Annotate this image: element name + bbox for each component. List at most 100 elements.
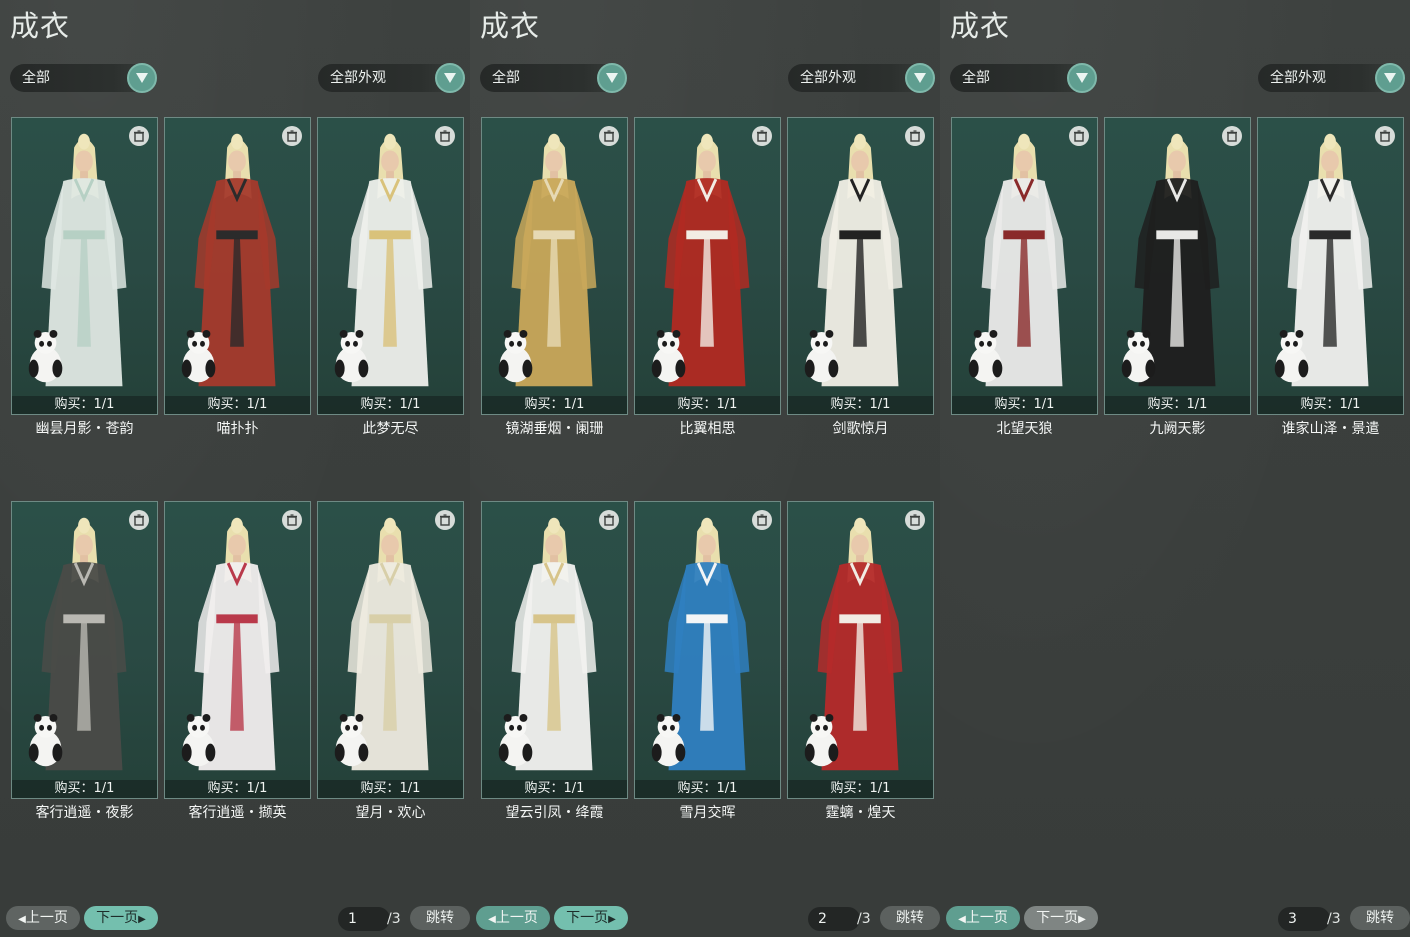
panda-ear: [519, 330, 528, 338]
purchase-count: 购买：1/1: [12, 396, 157, 414]
appearance-filter-dropdown[interactable]: 全部外观: [1258, 63, 1405, 93]
panda-arm: [828, 359, 839, 378]
next-page-button[interactable]: 下一页▶: [554, 906, 628, 930]
chevron-down-icon[interactable]: [905, 63, 935, 93]
panda-arm: [181, 743, 192, 762]
jump-button[interactable]: 跳转: [880, 906, 940, 930]
outfit-card[interactable]: 购买：1/1: [951, 117, 1098, 415]
outfit-card[interactable]: 购买：1/1: [787, 117, 934, 415]
jump-button[interactable]: 跳转: [1350, 906, 1410, 930]
outfit-card[interactable]: 购买：1/1: [634, 501, 781, 799]
panda-ear: [672, 330, 681, 338]
trash-icon[interactable]: [905, 126, 925, 146]
category-filter-value: 全部: [492, 70, 520, 86]
outfit-card[interactable]: 购买：1/1: [317, 501, 464, 799]
character-figure: [28, 517, 127, 771]
panda-eye: [1285, 340, 1291, 347]
next-page-button[interactable]: 下一页▶: [1024, 906, 1098, 930]
outfit-card[interactable]: 购买：1/1: [634, 117, 781, 415]
outfit-name: 谁家山泽・景遣: [1281, 421, 1380, 437]
panda-ear: [33, 330, 42, 338]
trash-icon[interactable]: [1069, 126, 1089, 146]
hair-bun: [231, 517, 243, 534]
caret-right-icon: ▶: [138, 914, 146, 925]
chevron-down-icon[interactable]: [435, 63, 465, 93]
panda-eye: [47, 340, 52, 347]
panda-eye: [353, 340, 358, 347]
hair-bun: [1018, 133, 1030, 150]
trash-icon[interactable]: [1375, 126, 1395, 146]
trash-icon[interactable]: [599, 510, 619, 530]
sash: [533, 230, 575, 240]
category-filter-dropdown[interactable]: 全部: [480, 63, 627, 93]
appearance-filter-dropdown[interactable]: 全部外观: [788, 63, 935, 93]
character-figure: [651, 133, 750, 387]
page-number-input[interactable]: 3: [1278, 907, 1330, 931]
category-filter-dropdown[interactable]: 全部: [950, 63, 1097, 93]
prev-page-button[interactable]: ◀上一页: [6, 906, 80, 930]
outfit-card[interactable]: 购买：1/1: [481, 501, 628, 799]
hair-bun: [384, 133, 396, 150]
trash-icon[interactable]: [752, 510, 772, 530]
chevron-down-icon[interactable]: [597, 63, 627, 93]
neck: [1326, 171, 1334, 180]
outfit-card[interactable]: 购买：1/1: [787, 501, 934, 799]
panda-ear: [989, 330, 998, 338]
panda-arm: [804, 359, 815, 378]
panda-ear: [672, 714, 681, 722]
outfit-name: 幽昙月影・苍韵: [35, 421, 134, 437]
chevron-down-icon[interactable]: [1067, 63, 1097, 93]
panda-ear: [202, 714, 211, 722]
page-number-input[interactable]: 2: [808, 907, 860, 931]
trash-icon[interactable]: [752, 126, 772, 146]
appearance-filter-value: 全部外观: [800, 70, 856, 86]
panda-eye: [517, 724, 522, 731]
panda-arm: [651, 359, 662, 378]
chevron-down-icon[interactable]: [127, 63, 157, 93]
trash-icon[interactable]: [599, 126, 619, 146]
outfit-card[interactable]: 购买：1/1: [317, 117, 464, 415]
trash-icon[interactable]: [435, 510, 455, 530]
panda-eye: [1132, 340, 1138, 347]
hair-bun: [78, 517, 90, 534]
trash-icon[interactable]: [282, 510, 302, 530]
character-figure: [804, 133, 903, 387]
prev-page-button[interactable]: ◀上一页: [476, 906, 550, 930]
head: [381, 534, 399, 557]
panda-ear: [186, 330, 195, 338]
hair-bun: [384, 517, 396, 534]
trash-icon[interactable]: [905, 510, 925, 530]
category-filter-dropdown[interactable]: 全部: [10, 63, 157, 93]
next-page-button[interactable]: 下一页▶: [84, 906, 158, 930]
outfit-card[interactable]: 购买：1/1: [164, 501, 311, 799]
trash-icon[interactable]: [129, 126, 149, 146]
panda-eye: [662, 724, 668, 731]
outfit-card[interactable]: 购买：1/1: [1257, 117, 1404, 415]
jump-button[interactable]: 跳转: [410, 906, 470, 930]
outfit-card[interactable]: 购买：1/1: [11, 501, 158, 799]
prev-page-button[interactable]: ◀上一页: [946, 906, 1020, 930]
page-number-input[interactable]: 1: [338, 907, 390, 931]
character-figure: [334, 517, 433, 771]
outfit-card[interactable]: 购买：1/1: [1104, 117, 1251, 415]
trash-icon[interactable]: [282, 126, 302, 146]
outfit-card[interactable]: 购买：1/1: [11, 117, 158, 415]
outfit-card[interactable]: 购买：1/1: [481, 117, 628, 415]
panda-eye: [47, 724, 52, 731]
outfit-card[interactable]: 购买：1/1: [164, 117, 311, 415]
total-pages: /3: [857, 911, 871, 927]
panda-eye: [39, 724, 45, 731]
caret-left-icon: ◀: [958, 914, 966, 925]
chevron-down-icon[interactable]: [1375, 63, 1405, 93]
trash-icon[interactable]: [129, 510, 149, 530]
trash-icon[interactable]: [435, 126, 455, 146]
appearance-filter-dropdown[interactable]: 全部外观: [318, 63, 465, 93]
panda-arm: [522, 743, 533, 762]
sash: [686, 614, 728, 624]
next-page-label: 下一页: [566, 910, 609, 926]
wardrobe-panel-3: 成衣 全部 全部外观 购买：1/1 北望天狼 购买：1/1 九阙天影 购买：1/…: [940, 0, 1410, 937]
caret-right-icon: ▶: [608, 914, 616, 925]
sash: [1003, 230, 1045, 240]
panda-eye: [823, 724, 828, 731]
trash-icon[interactable]: [1222, 126, 1242, 146]
